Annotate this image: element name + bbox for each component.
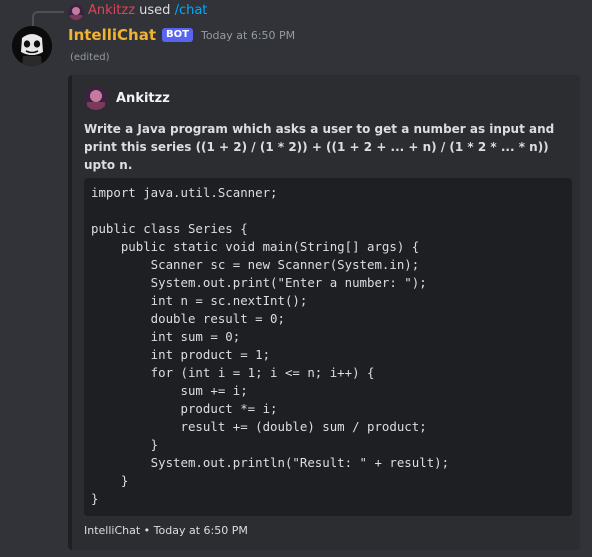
bot-avatar[interactable] <box>12 26 52 66</box>
embed-author-avatar <box>84 86 108 110</box>
avatar-image-icon <box>68 4 84 20</box>
embed-author-name: Ankitzz <box>116 90 170 106</box>
code-block[interactable]: import java.util.Scanner; public class S… <box>84 178 572 516</box>
bot-username[interactable]: IntelliChat <box>68 26 156 44</box>
embed-description: Write a Java program which asks a user t… <box>84 122 555 172</box>
embed-author: Ankitzz <box>84 85 170 111</box>
message-header: IntelliChat BOT Today at 6:50 PM <box>68 25 295 45</box>
message-timestamp[interactable]: Today at 6:50 PM <box>201 29 295 42</box>
message-embed: Ankitzz Write a Java program which asks … <box>68 75 580 550</box>
edited-label: (edited) <box>70 52 110 63</box>
reply-author-avatar[interactable] <box>68 4 84 20</box>
reply-used-text: used <box>139 3 171 18</box>
bot-badge: BOT <box>162 28 193 42</box>
bot-face-icon <box>12 26 52 66</box>
discord-message-view: Ankitzz used /chat IntelliChat BOT Today… <box>0 0 592 557</box>
reply-command[interactable]: /chat <box>175 3 208 18</box>
reply-connector-line <box>32 11 64 27</box>
reply-summary[interactable]: Ankitzz used /chat <box>88 3 207 18</box>
reply-author-name[interactable]: Ankitzz <box>88 3 135 18</box>
code-content[interactable]: import java.util.Scanner; public class S… <box>91 184 565 508</box>
embed-footer: IntelliChat • Today at 6:50 PM <box>84 524 248 537</box>
avatar-image-icon <box>84 86 108 110</box>
